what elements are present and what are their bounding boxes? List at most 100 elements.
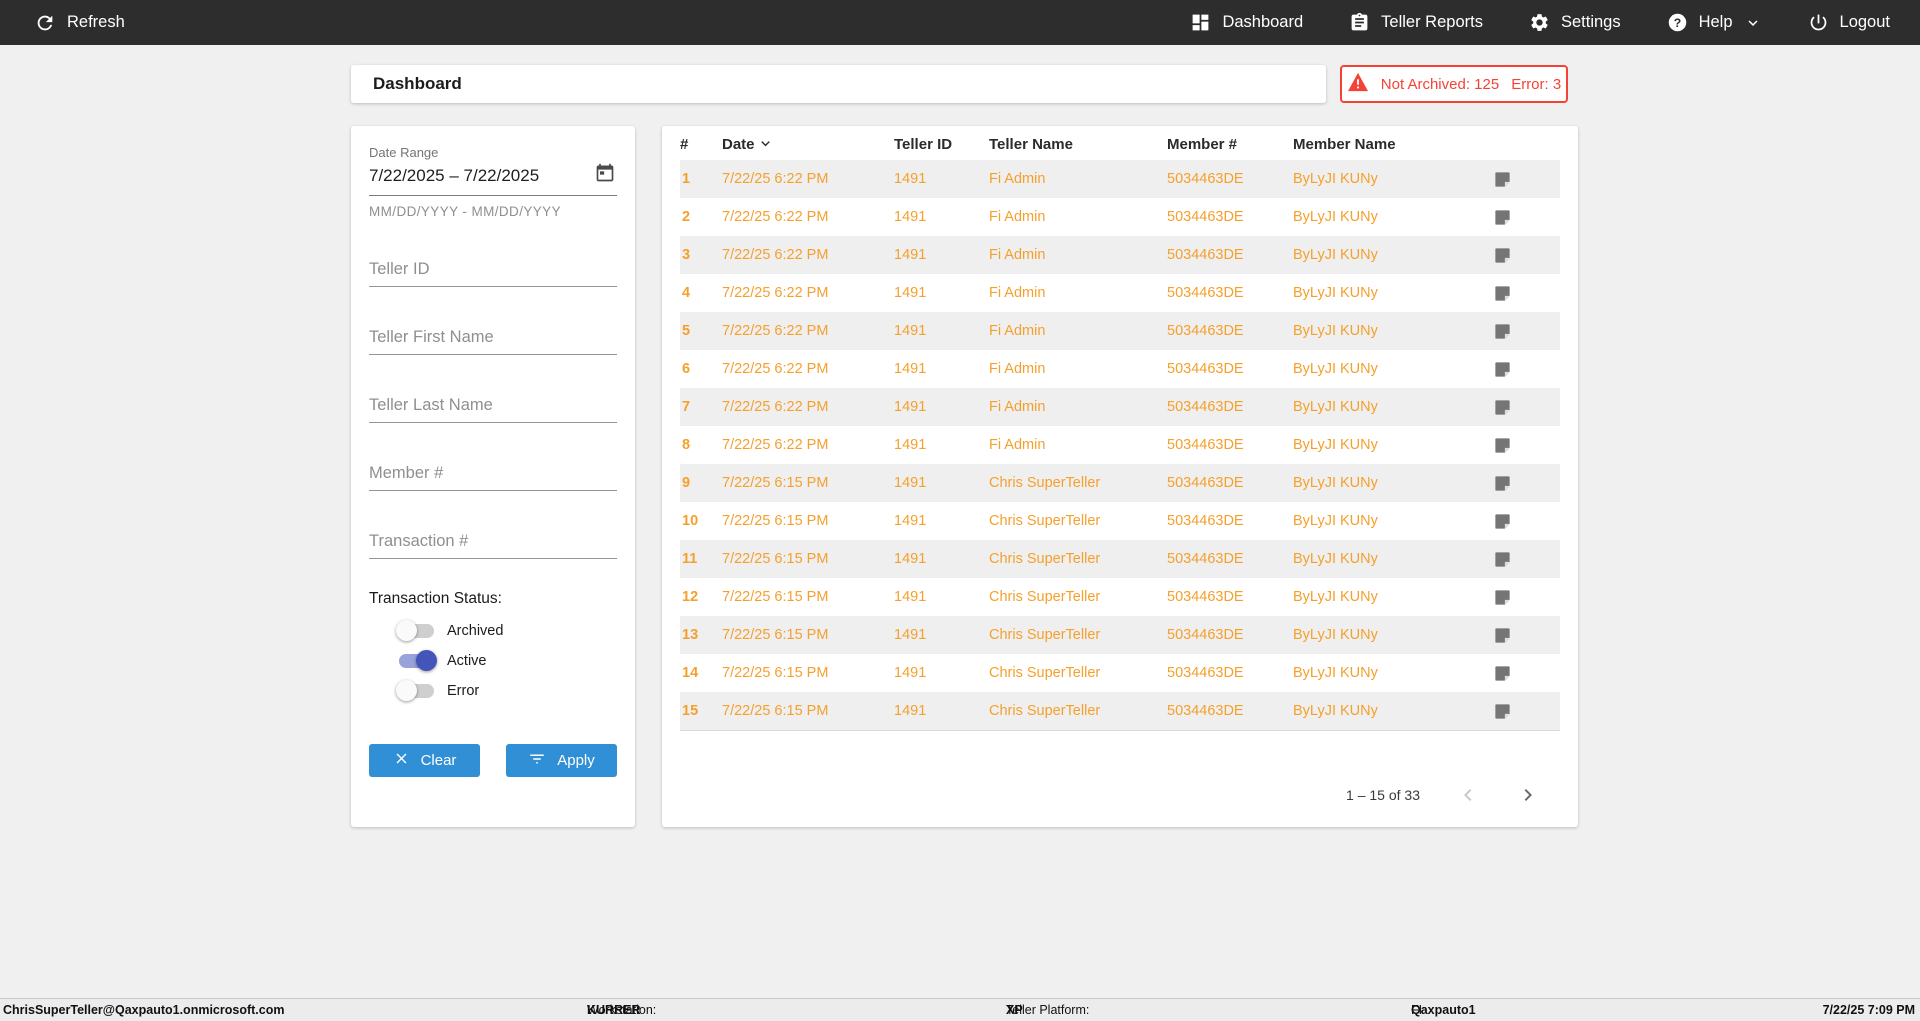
warning-triangle-icon <box>1347 72 1369 96</box>
col-date[interactable]: Date <box>722 133 894 156</box>
active-switch[interactable] <box>399 650 437 671</box>
row-date: 7/22/25 6:22 PM <box>722 285 829 301</box>
date-range-picker[interactable]: 7/22/2025 – 7/22/2025 <box>369 160 617 196</box>
row-teller-id: 1491 <box>894 703 927 719</box>
note-icon[interactable] <box>1493 208 1560 227</box>
note-icon[interactable] <box>1493 284 1560 303</box>
note-icon[interactable] <box>1493 398 1560 417</box>
row-teller-id: 1491 <box>894 247 927 263</box>
note-icon[interactable] <box>1493 436 1560 455</box>
row-index: 10 <box>682 513 699 529</box>
teller-first-name-input[interactable] <box>369 323 617 355</box>
teller-last-name-input[interactable] <box>369 391 617 423</box>
note-icon[interactable] <box>1493 246 1560 265</box>
current-datetime: 7/22/25 7:09 PM <box>1822 1003 1915 1017</box>
table-row[interactable]: 4 7/22/25 6:22 PM 1491 Fi Admin 5034463D… <box>680 274 1560 312</box>
teller-platform-info: Teller Platform: XP <box>1006 1003 1090 1017</box>
not-archived-alert-badge[interactable]: Not Archived: 125 Error: 3 <box>1340 65 1568 103</box>
row-index: 9 <box>682 475 691 491</box>
nav-item-label: Teller Reports <box>1381 13 1483 31</box>
row-index: 4 <box>682 285 691 301</box>
row-index: 1 <box>682 171 691 187</box>
transaction-status-label: Transaction Status: <box>369 590 502 607</box>
nav-item-logout[interactable]: Logout <box>1808 12 1890 33</box>
table-row[interactable]: 14 7/22/25 6:15 PM 1491 Chris SuperTelle… <box>680 654 1560 692</box>
refresh-label: Refresh <box>67 13 125 31</box>
note-icon[interactable] <box>1493 588 1560 607</box>
nav-item-label: Help <box>1698 13 1733 31</box>
nav-item-help[interactable]: ? Help <box>1667 12 1762 33</box>
nav-item-dashboard[interactable]: Dashboard <box>1190 12 1303 33</box>
archived-switch[interactable] <box>396 620 434 641</box>
row-member-number: 5034463DE <box>1167 551 1244 567</box>
table-header: # Date Teller ID Teller Name Member # Me… <box>680 128 1560 160</box>
member-number-input[interactable] <box>369 459 617 491</box>
row-teller-name: Fi Admin <box>989 399 1046 415</box>
nav-item-label: Settings <box>1560 13 1621 31</box>
table-row[interactable]: 13 7/22/25 6:15 PM 1491 Chris SuperTelle… <box>680 616 1560 654</box>
row-teller-id: 1491 <box>894 323 927 339</box>
row-teller-name: Chris SuperTeller <box>989 589 1101 605</box>
row-date: 7/22/25 6:22 PM <box>722 361 829 377</box>
col-member-name: Member Name <box>1293 135 1396 153</box>
table-row[interactable]: 3 7/22/25 6:22 PM 1491 Fi Admin 5034463D… <box>680 236 1560 274</box>
table-row[interactable]: 1 7/22/25 6:22 PM 1491 Fi Admin 5034463D… <box>680 160 1560 198</box>
nav-item-label: Dashboard <box>1222 13 1304 31</box>
col-member-number: Member # <box>1167 135 1238 153</box>
clear-button[interactable]: Clear <box>369 744 480 777</box>
row-member-name: ByLyJI KUNy <box>1293 361 1378 377</box>
next-page-button[interactable] <box>1516 783 1540 807</box>
table-row[interactable]: 2 7/22/25 6:22 PM 1491 Fi Admin 5034463D… <box>680 198 1560 236</box>
date-range-label: Date Range <box>369 145 439 160</box>
logged-in-user: ChrisSuperTeller@Qaxpauto1.onmicrosoft.c… <box>3 1003 285 1017</box>
row-member-number: 5034463DE <box>1167 285 1244 301</box>
note-icon[interactable] <box>1493 626 1560 645</box>
row-teller-id: 1491 <box>894 209 927 225</box>
calendar-icon[interactable] <box>595 163 615 188</box>
row-member-name: ByLyJI KUNy <box>1293 665 1378 681</box>
table-row[interactable]: 9 7/22/25 6:15 PM 1491 Chris SuperTeller… <box>680 464 1560 502</box>
transaction-number-input[interactable] <box>369 527 617 559</box>
table-row[interactable]: 11 7/22/25 6:15 PM 1491 Chris SuperTelle… <box>680 540 1560 578</box>
table-row[interactable]: 7 7/22/25 6:22 PM 1491 Fi Admin 5034463D… <box>680 388 1560 426</box>
pagination-range-label: 1 – 15 of 33 <box>1346 787 1420 803</box>
note-icon[interactable] <box>1493 322 1560 341</box>
row-member-number: 5034463DE <box>1167 665 1244 681</box>
nav-item-settings[interactable]: Settings <box>1529 12 1621 33</box>
table-row[interactable]: 15 7/22/25 6:15 PM 1491 Chris SuperTelle… <box>680 692 1560 730</box>
row-member-number: 5034463DE <box>1167 361 1244 377</box>
refresh-button[interactable]: Refresh <box>34 12 125 34</box>
archived-toggle[interactable]: Archived <box>396 620 617 641</box>
teller-id-input[interactable] <box>369 255 617 287</box>
note-icon[interactable] <box>1493 664 1560 683</box>
row-teller-id: 1491 <box>894 437 927 453</box>
error-toggle[interactable]: Error <box>396 680 617 701</box>
apply-button[interactable]: Apply <box>506 744 617 777</box>
note-icon[interactable] <box>1493 512 1560 531</box>
note-icon[interactable] <box>1493 170 1560 189</box>
table-row[interactable]: 8 7/22/25 6:22 PM 1491 Fi Admin 5034463D… <box>680 426 1560 464</box>
table-row[interactable]: 10 7/22/25 6:15 PM 1491 Chris SuperTelle… <box>680 502 1560 540</box>
note-icon[interactable] <box>1493 550 1560 569</box>
main-content: Dashboard Not Archived: 125 Error: 3 Dat… <box>351 45 1578 827</box>
row-member-number: 5034463DE <box>1167 323 1244 339</box>
note-icon[interactable] <box>1493 474 1560 493</box>
error-switch[interactable] <box>396 680 434 701</box>
row-teller-id: 1491 <box>894 399 927 415</box>
sort-desc-icon <box>757 133 774 156</box>
table-row[interactable]: 12 7/22/25 6:15 PM 1491 Chris SuperTelle… <box>680 578 1560 616</box>
note-icon[interactable] <box>1493 702 1560 721</box>
row-date: 7/22/25 6:22 PM <box>722 399 829 415</box>
row-date: 7/22/25 6:22 PM <box>722 437 829 453</box>
active-toggle[interactable]: Active <box>399 650 617 671</box>
note-icon[interactable] <box>1493 360 1560 379</box>
top-navbar: Refresh Dashboard Teller Reports Setting… <box>0 0 1920 45</box>
nav-item-teller-reports[interactable]: Teller Reports <box>1349 12 1483 33</box>
row-teller-name: Fi Admin <box>989 323 1046 339</box>
navbar-menu: Dashboard Teller Reports Settings ? Help <box>1144 12 1890 33</box>
row-member-name: ByLyJI KUNy <box>1293 285 1378 301</box>
table-row[interactable]: 6 7/22/25 6:22 PM 1491 Fi Admin 5034463D… <box>680 350 1560 388</box>
table-row[interactable]: 5 7/22/25 6:22 PM 1491 Fi Admin 5034463D… <box>680 312 1560 350</box>
previous-page-button[interactable] <box>1456 783 1480 807</box>
row-member-name: ByLyJI KUNy <box>1293 475 1378 491</box>
